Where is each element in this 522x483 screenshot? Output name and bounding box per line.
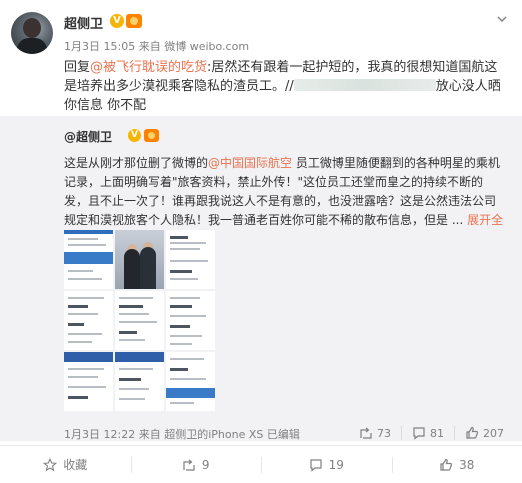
comment-icon <box>413 427 425 440</box>
member-badge-icon <box>126 14 142 28</box>
repost-button-count: 9 <box>201 457 210 472</box>
action-bar: 收藏 9 19 38 <box>0 445 522 483</box>
image-thumbnail[interactable] <box>64 230 113 289</box>
thumbs-up-icon <box>466 426 479 439</box>
image-thumbnail[interactable] <box>166 352 215 411</box>
repost-time[interactable]: 1月3日 12:22 <box>64 428 135 441</box>
comment-button-count: 19 <box>328 457 344 472</box>
share-icon <box>183 459 195 471</box>
repost-button[interactable]: 9 <box>130 446 262 483</box>
reply-prefix: 回复 <box>64 60 91 75</box>
favorite-label: 收藏 <box>63 458 88 472</box>
like-count: 207 <box>483 426 504 440</box>
repost-source[interactable]: 超侧卫的iPhone XS <box>164 428 263 441</box>
star-icon <box>43 457 58 471</box>
like-button[interactable]: 38 <box>391 446 522 483</box>
repost-stat-likes[interactable]: 207 <box>454 426 504 440</box>
favorite-button[interactable]: 收藏 <box>0 446 131 483</box>
comment-count: 81 <box>430 426 444 440</box>
share-icon <box>360 427 372 439</box>
comment-button[interactable]: 19 <box>261 446 392 483</box>
post-text: 回复@被飞行耽误的吃货:居然还有跟着一起护短的，我真的很想知道国航这是培养出多少… <box>64 58 504 115</box>
comment-icon <box>310 458 322 472</box>
edited-label[interactable]: 已编辑 <box>267 428 300 441</box>
reply-mention-link[interactable]: @被飞行耽误的吃货 <box>90 60 207 75</box>
thumbs-up-icon <box>440 458 453 471</box>
repost-text-part1: 这是从刚才那位删了微博的 <box>64 156 209 170</box>
repost-count: 73 <box>377 426 391 440</box>
blurred-mention <box>293 79 436 91</box>
repost-stat-comments[interactable]: 81 <box>401 426 444 440</box>
verified-badge-icon: V <box>128 129 141 142</box>
repost-username[interactable]: @超侧卫 <box>64 128 112 145</box>
avatar[interactable] <box>11 12 53 54</box>
image-thumbnail[interactable] <box>115 230 164 289</box>
repost-source-prefix: 来自 <box>138 428 161 441</box>
repost-mention-link[interactable]: @中国国际航空 <box>208 156 292 170</box>
repost-card: @超侧卫 V 这是从刚才那位删了微博的@中国国际航空 员工微博里随便翻到的各种明… <box>0 116 522 441</box>
image-thumbnail[interactable] <box>115 352 164 411</box>
member-badge-icon <box>144 129 159 142</box>
image-thumbnail[interactable] <box>115 291 164 350</box>
image-thumbnail[interactable] <box>166 230 215 289</box>
post-source[interactable]: 微博 weibo.com <box>164 40 249 53</box>
post-meta: 1月3日 15:05 来自 微博 weibo.com <box>64 38 249 54</box>
image-grid <box>64 230 215 411</box>
post-source-prefix: 来自 <box>138 40 161 53</box>
post-time[interactable]: 1月3日 15:05 <box>64 40 135 53</box>
like-button-count: 38 <box>459 457 475 472</box>
chevron-down-icon[interactable] <box>496 13 508 25</box>
image-thumbnail[interactable] <box>64 291 113 350</box>
repost-stat-reposts[interactable]: 73 <box>349 426 391 440</box>
image-thumbnail[interactable] <box>64 352 113 411</box>
repost-stats: 73 81 207 <box>349 426 504 440</box>
post-username[interactable]: 超侧卫 <box>64 13 103 32</box>
verified-badge-icon: V <box>110 14 124 28</box>
image-thumbnail[interactable] <box>166 291 215 350</box>
